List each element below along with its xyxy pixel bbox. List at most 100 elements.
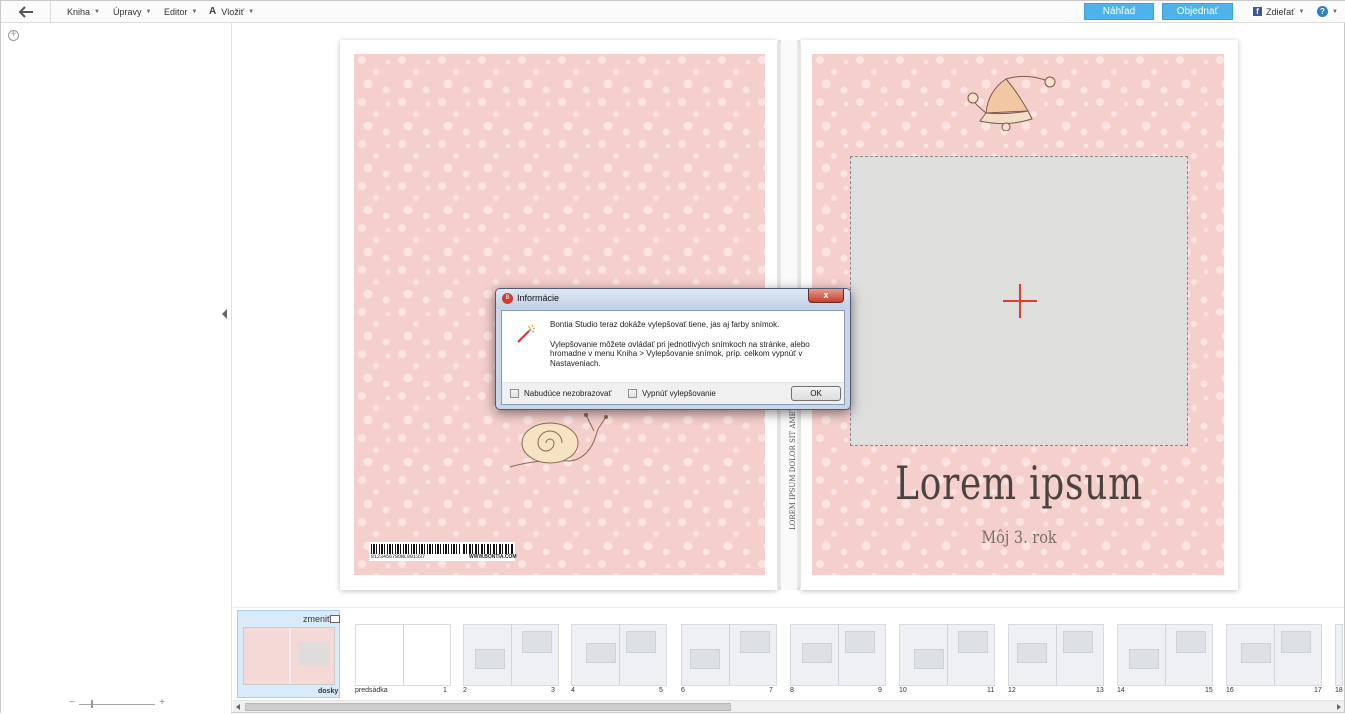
cover-subtitle[interactable]: Môj 3. rok (875, 528, 1162, 548)
page-thumbnail-strip: zmeniť doskу predsádka 1 2 3 4 5 6 7 8 9 10 11 12 13 1… (233, 607, 1344, 699)
horizontal-scrollbar[interactable] (233, 700, 1344, 712)
disable-enhancement-checkbox[interactable]: Vypnúť vylepšovanie (628, 389, 716, 398)
photo-placeholder[interactable] (850, 156, 1188, 446)
change-layout-icon[interactable] (330, 615, 340, 623)
add-circle-icon[interactable]: + (8, 30, 19, 41)
checkbox-box[interactable] (510, 389, 519, 398)
menu-label: Vložiť (221, 6, 245, 17)
thumbnail-label-left: 6 (681, 687, 685, 694)
scrollbar-thumb[interactable] (245, 703, 731, 711)
page-thumbnail[interactable] (1008, 624, 1104, 686)
thumbnail-label-right: 13 (1096, 687, 1104, 694)
thumbnail-label-left: 12 (1008, 687, 1016, 694)
thumbnail-image (243, 627, 335, 685)
thumbnail-photo (1241, 643, 1271, 663)
menu-label: Editor (164, 6, 188, 17)
dialog-message: Bontia Studio teraz dokáže vylepšovať ti… (550, 320, 840, 368)
thumbnail-photo (958, 631, 988, 653)
checkbox-box[interactable] (628, 389, 637, 398)
thumbnail-photo (626, 631, 656, 653)
thumbnail-photo (298, 642, 330, 666)
zoom-slider[interactable]: − + (69, 697, 165, 711)
menu-vlozit[interactable]: A Vložiť ▼ (209, 1, 254, 22)
barcode-bars-2 (463, 544, 513, 554)
thumbnail-photo (740, 631, 770, 653)
caret-down-icon: ▼ (94, 8, 100, 15)
left-panel: + − + (1, 23, 232, 714)
thumbnail-label-left: 4 (571, 687, 575, 694)
page-thumbnail[interactable] (681, 624, 777, 686)
cover-title[interactable]: Lorem ipsum (887, 456, 1151, 510)
dialog-titlebar[interactable]: B Informácie x (496, 289, 850, 309)
caret-down-icon: ▼ (1298, 8, 1305, 15)
menu-label: Úpravy (113, 6, 142, 17)
thumbnail-cover-selected[interactable]: zmeniť doskу (237, 610, 340, 698)
thumbnail-label-left: 14 (1117, 687, 1125, 694)
share-label: Zdieľať (1266, 6, 1295, 17)
preview-button[interactable]: Náhľad (1084, 3, 1154, 20)
thumbnail-left-page (356, 625, 403, 685)
order-button[interactable]: Objednať (1162, 3, 1233, 20)
dialog-body: Bontia Studio teraz dokáže vylepšovať ti… (501, 310, 845, 405)
page-thumbnail[interactable] (571, 624, 667, 686)
thumbnail-photo (690, 649, 720, 669)
spine-text: LOREM IPSUM DOLOR SIT AMET (789, 406, 797, 530)
arrow-left-icon (18, 5, 33, 18)
slider-handle[interactable] (91, 700, 93, 708)
close-button[interactable]: x (808, 289, 844, 303)
thumbnail-label-left: 10 (899, 687, 907, 694)
zoom-in-icon[interactable]: + (159, 697, 165, 708)
page-thumbnail[interactable] (790, 624, 886, 686)
menu-label: Kniha (67, 6, 91, 17)
thumbnail-label-right: 5 (659, 687, 663, 694)
thumbnail-label-left: 2 (463, 687, 467, 694)
checkbox-label: Nabudúce nezobrazovať (524, 389, 612, 398)
page-thumbnail[interactable] (1226, 624, 1322, 686)
menu-editor[interactable]: Editor ▼ (164, 1, 197, 22)
thumbnail-label-right: 1 (443, 687, 447, 694)
info-dialog: B Informácie x Bontia Studio teraz dokáž… (495, 288, 851, 410)
caret-down-icon: ▼ (1332, 8, 1338, 15)
caret-down-icon: ▼ (191, 8, 198, 15)
page-thumbnail[interactable] (899, 624, 995, 686)
dont-show-again-checkbox[interactable]: Nabudúce nezobrazovať (510, 389, 612, 398)
thumbnail-right-page (404, 625, 450, 685)
zoom-out-icon[interactable]: − (69, 697, 75, 708)
back-button[interactable] (1, 1, 51, 22)
page-thumbnail[interactable] (1117, 624, 1213, 686)
dialog-line-1: Bontia Studio teraz dokáže vylepšovať ti… (550, 320, 780, 329)
thumbnail-label-left: 16 (1226, 687, 1234, 694)
page-thumbnail[interactable] (1335, 624, 1343, 686)
thumbnail-label-right: 9 (878, 687, 882, 694)
ok-button[interactable]: OK (791, 386, 841, 401)
thumbnail-photo (1176, 631, 1206, 653)
menu-upravy[interactable]: Úpravy ▼ (113, 1, 151, 22)
page-thumbnail[interactable] (463, 624, 559, 686)
thumbnail-photo (522, 631, 552, 653)
dialog-title: Informácie (517, 293, 560, 303)
scroll-right-icon[interactable] (1337, 704, 1341, 710)
collapse-panel-icon[interactable] (222, 309, 227, 319)
thumbnail-label-right: 11 (987, 687, 995, 694)
barcode: 012345678ONL001337 WWW.BONTIA.COM (369, 542, 517, 561)
checkbox-label: Vypnúť vylepšovanie (642, 389, 716, 398)
thumbnail-label-left: predsádka (355, 687, 388, 694)
thumbnail-photo (1063, 631, 1093, 653)
thumbnail-photo (914, 649, 944, 669)
thumbnail-label-left: 8 (790, 687, 794, 694)
scroll-left-icon[interactable] (236, 704, 240, 710)
help-icon: ? (1317, 6, 1328, 17)
page-thumbnail[interactable] (355, 624, 451, 686)
add-photo-icon-vertical (1019, 284, 1021, 318)
change-cover-link[interactable]: zmeniť (303, 614, 330, 624)
app-logo-icon: B (502, 293, 513, 304)
menu-kniha[interactable]: Kniha ▼ (67, 1, 100, 22)
thumbnail-photo (586, 643, 616, 663)
share-menu[interactable]: f Zdieľať ▼ (1253, 1, 1304, 22)
barcode-bars (371, 544, 461, 554)
thumbnail-photo (475, 649, 505, 669)
menubar: Kniha ▼ Úpravy ▼ Editor ▼ A Vložiť ▼ Náhľad O… (1, 1, 1345, 23)
help-menu[interactable]: ? ▼ (1317, 1, 1338, 22)
thumbnail-photo (802, 643, 832, 663)
facebook-icon: f (1253, 7, 1262, 16)
